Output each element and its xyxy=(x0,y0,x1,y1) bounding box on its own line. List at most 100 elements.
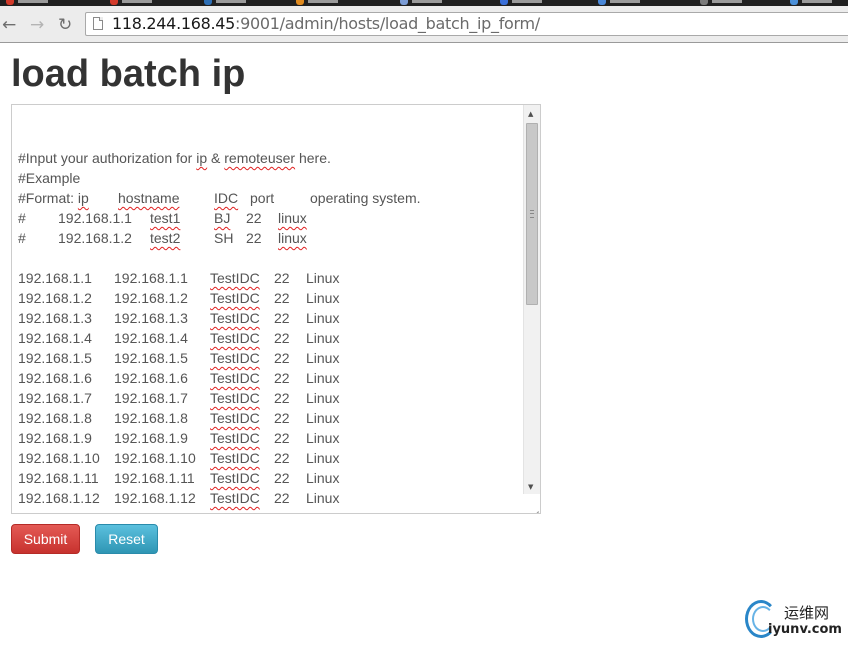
textarea-token: here. xyxy=(295,150,331,166)
textarea-token: 192.168.1.9 xyxy=(18,430,92,446)
tab-title xyxy=(610,0,640,3)
textarea-token: 22 xyxy=(246,210,262,226)
tab-title xyxy=(122,0,152,3)
textarea-scrollbar[interactable]: ▲ ▼ xyxy=(523,105,540,494)
textarea-token: Linux xyxy=(306,330,340,346)
textarea-token: remoteuser xyxy=(224,150,296,166)
textarea-token: TestIDC xyxy=(210,430,260,446)
textarea-line: 192.168.1.8 192.168.1.8 TestIDC 22 Linux xyxy=(18,408,523,428)
textarea-line: 192.168.1.4 192.168.1.4 TestIDC 22 Linux xyxy=(18,328,523,348)
browser-toolbar: ← → ↻ 118.244.168.45:9001/admin/hosts/lo… xyxy=(0,6,848,43)
batch-ip-textarea[interactable]: #Input your authorization for ip & remot… xyxy=(11,104,541,514)
textarea-token: TestIDC xyxy=(210,508,260,513)
scroll-down-icon[interactable]: ▼ xyxy=(528,483,533,491)
textarea-token: 22 xyxy=(274,290,290,306)
textarea-token: Linux xyxy=(306,508,339,513)
textarea-token: SH xyxy=(214,230,234,246)
tab-title xyxy=(216,0,246,3)
textarea-line: 192.168.1.7 192.168.1.7 TestIDC 22 Linux xyxy=(18,388,523,408)
textarea-line: #Example xyxy=(18,168,523,188)
textarea-token: TestIDC xyxy=(210,470,260,486)
submit-button[interactable]: Submit xyxy=(11,524,80,554)
tab-favicon-icon xyxy=(790,0,798,5)
textarea-token: TestIDC xyxy=(210,290,260,306)
tab-favicon-icon xyxy=(598,0,606,5)
textarea-token: 22 xyxy=(274,470,290,486)
textarea-token: BJ xyxy=(214,210,231,226)
reload-icon[interactable]: ↻ xyxy=(58,16,72,34)
tab-title xyxy=(308,0,338,3)
textarea-token: 192.168.1.3 xyxy=(114,310,188,326)
textarea-token: IDC xyxy=(214,190,239,206)
textarea-line: 192.168.1.10 192.168.1.10 TestIDC 22 Linux xyxy=(18,448,523,468)
textarea-token: TestIDC xyxy=(210,350,260,366)
textarea-line: #192.168.1.2 test2 SH 22 linux xyxy=(18,228,523,248)
textarea-token: Linux xyxy=(306,270,340,286)
textarea-token: 192.168.1.8 xyxy=(114,410,188,426)
textarea-token: hostname xyxy=(118,190,180,206)
textarea-token: 192.168.1.1 xyxy=(58,210,132,226)
textarea-line: 192.168.1.5 192.168.1.5 TestIDC 22 Linux xyxy=(18,348,523,368)
address-url[interactable]: 118.244.168.45:9001/admin/hosts/load_bat… xyxy=(112,15,540,33)
textarea-token: Linux xyxy=(306,430,340,446)
arrow-right-icon[interactable]: → xyxy=(30,16,44,34)
textarea-token: TestIDC xyxy=(210,490,260,506)
reset-button[interactable]: Reset xyxy=(95,524,158,554)
tab-favicon-icon xyxy=(296,0,304,5)
watermark-en-text: iyunv.com xyxy=(768,622,842,637)
tab-favicon-icon xyxy=(500,0,508,5)
scrollbar-thumb[interactable] xyxy=(526,123,538,305)
tab-title xyxy=(18,0,48,3)
textarea-token: 22 xyxy=(274,390,290,406)
textarea-token: #Input your authorization for xyxy=(18,150,197,166)
tab-favicon-icon xyxy=(700,0,708,5)
tab-favicon-icon xyxy=(6,0,14,5)
textarea-token: test1 xyxy=(150,210,181,226)
watermark-cn-text: 运维网 xyxy=(784,604,830,622)
textarea-token: 192.168.1.7 xyxy=(114,390,188,406)
tab-favicon-icon xyxy=(400,0,408,5)
textarea-token: 192.168.1.7 xyxy=(18,390,92,406)
textarea-token: operating system. xyxy=(310,190,421,206)
textarea-token: Linux xyxy=(306,350,340,366)
textarea-content[interactable]: #Input your authorization for ip & remot… xyxy=(18,128,523,513)
textarea-token: Linux xyxy=(306,290,340,306)
textarea-token: TestIDC xyxy=(210,270,260,286)
textarea-token: 192.168.1.3 xyxy=(18,310,92,326)
textarea-line: 192.168.1.1 192.168.1.1 TestIDC 22 Linux xyxy=(18,268,523,288)
textarea-token: 22 xyxy=(274,310,290,326)
textarea-token: Linux xyxy=(306,370,340,386)
textarea-token: TestIDC xyxy=(210,310,260,326)
textarea-token: ip xyxy=(196,150,208,166)
textarea-token: #Format: xyxy=(18,190,78,206)
textarea-token: 192.168.1.4 xyxy=(18,330,92,346)
resize-handle-icon[interactable] xyxy=(529,502,539,512)
textarea-line: 192.168.1.2 192.168.1.2 TestIDC 22 Linux xyxy=(18,288,523,308)
textarea-line: 192.168.1.12 192.168.1.12 TestIDC 22 Linux xyxy=(18,488,523,508)
textarea-token: Linux xyxy=(306,470,340,486)
textarea-token: 22 xyxy=(274,430,290,446)
address-bar[interactable]: 118.244.168.45:9001/admin/hosts/load_bat… xyxy=(85,12,848,36)
tab-title xyxy=(712,0,742,3)
textarea-token: 192.168.1.11 xyxy=(114,470,195,486)
textarea-token: TestIDC xyxy=(210,370,260,386)
textarea-token: ip xyxy=(77,190,89,206)
textarea-token: 22 xyxy=(274,508,290,513)
textarea-token: 192.168.1.9 xyxy=(114,430,188,446)
textarea-token: 192.168.1.8 xyxy=(18,410,92,426)
arrow-left-icon[interactable]: ← xyxy=(2,16,16,34)
textarea-token: TestIDC xyxy=(210,390,260,406)
page-icon xyxy=(93,17,103,30)
textarea-token: 22 xyxy=(274,330,290,346)
scroll-up-icon[interactable]: ▲ xyxy=(528,110,533,118)
textarea-line xyxy=(18,248,523,268)
textarea-token: # xyxy=(18,210,26,226)
textarea-token: & xyxy=(207,150,225,166)
textarea-token: 192.168.1.1 xyxy=(114,270,188,286)
watermark-logo: 运维网 iyunv.com xyxy=(744,598,848,646)
textarea-token: Linux xyxy=(306,450,340,466)
textarea-line: #Format: ip hostname IDC port operating syst… xyxy=(18,188,523,208)
textarea-token: 192.168.1.2 xyxy=(18,290,92,306)
textarea-token: 22 xyxy=(274,410,290,426)
textarea-token: linux xyxy=(278,230,307,246)
